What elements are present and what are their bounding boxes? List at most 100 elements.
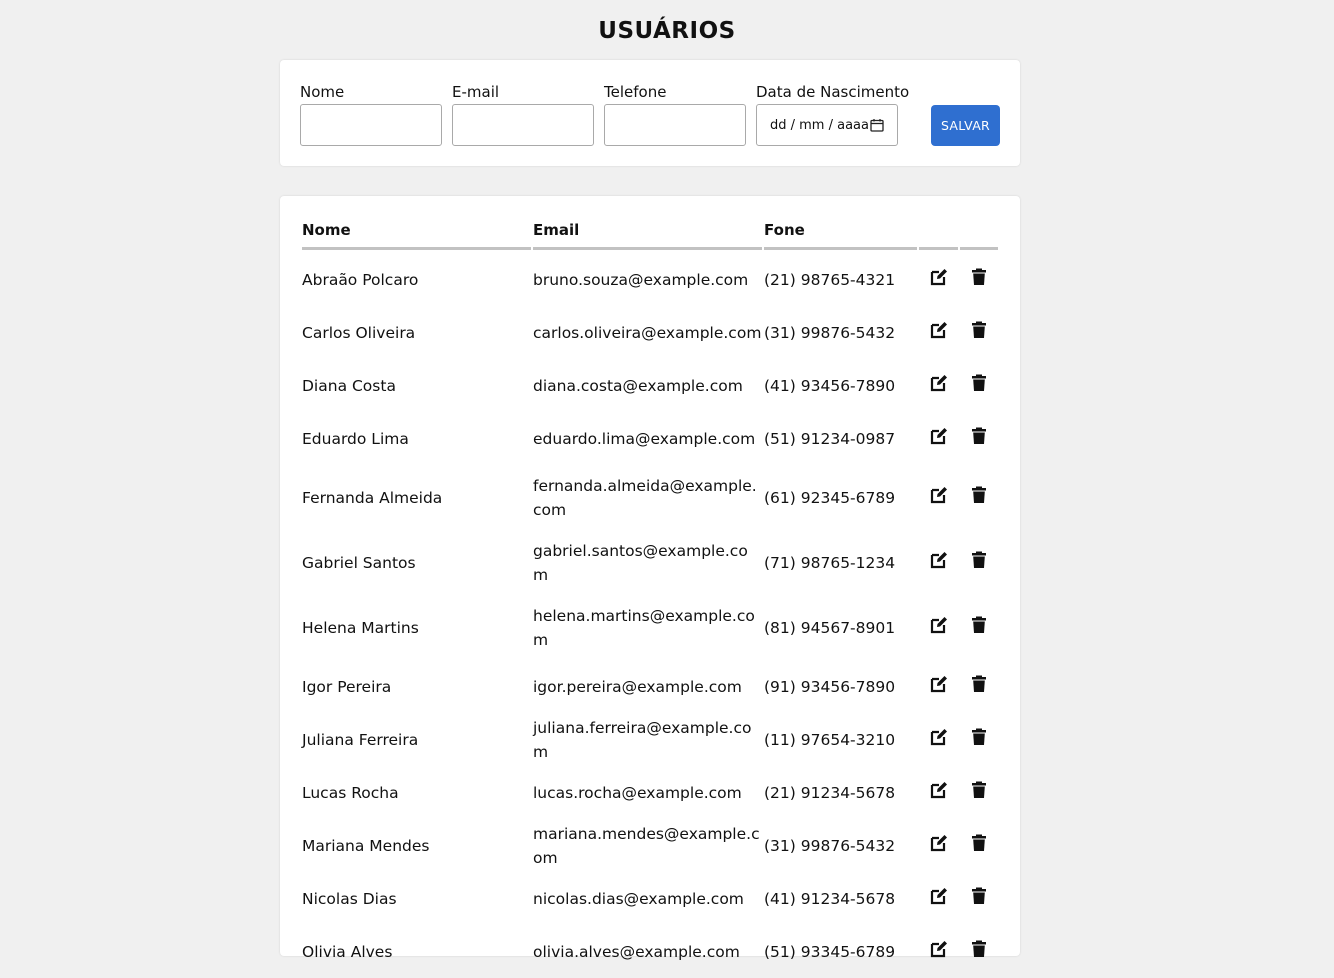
- name-field: Nome: [300, 82, 442, 146]
- user-phone-cell: (41) 91234-5678: [764, 889, 896, 908]
- edit-icon[interactable]: [930, 268, 948, 286]
- trash-icon[interactable]: [970, 675, 988, 693]
- user-name-cell: Lucas Rocha: [302, 783, 399, 802]
- user-phone-cell: (31) 99876-5432: [764, 323, 896, 342]
- user-email-cell: olivia.alves@example.com: [533, 942, 740, 961]
- save-button[interactable]: SALVAR: [931, 105, 1000, 146]
- birth-date-input[interactable]: dd / mm / aaaa: [756, 104, 898, 146]
- edit-icon[interactable]: [930, 374, 948, 392]
- edit-icon[interactable]: [930, 940, 948, 958]
- user-phone-cell: (21) 91234-5678: [764, 783, 896, 802]
- edit-icon[interactable]: [930, 834, 948, 852]
- trash-icon[interactable]: [970, 940, 988, 958]
- edit-icon[interactable]: [930, 728, 948, 746]
- user-name-cell: Juliana Ferreira: [302, 730, 419, 749]
- edit-icon[interactable]: [930, 781, 948, 799]
- delete-cell: [960, 306, 998, 359]
- edit-icon[interactable]: [930, 616, 948, 634]
- user-name-cell: Igor Pereira: [302, 677, 392, 696]
- user-email-cell: lucas.rocha@example.com: [533, 783, 742, 802]
- trash-icon[interactable]: [970, 486, 988, 504]
- delete-cell: [960, 530, 998, 595]
- table-body: Abraão Polcaro bruno.souza@example.com (…: [302, 253, 998, 978]
- user-email-cell: helena.martins@example.com: [533, 606, 755, 649]
- user-phone-cell: (31) 99876-5432: [764, 836, 896, 855]
- birth-date-field: Data de Nascimento dd / mm / aaaa: [756, 82, 910, 146]
- phone-field: Telefone: [604, 82, 746, 146]
- delete-cell: [960, 412, 998, 465]
- trash-icon[interactable]: [970, 616, 988, 634]
- user-email-cell: fernanda.almeida@example.com: [533, 476, 757, 519]
- user-phone-cell: (51) 93345-6789: [764, 942, 896, 961]
- edit-cell: [919, 306, 958, 359]
- table-row: Carlos Oliveira carlos.oliveira@example.…: [302, 306, 998, 359]
- trash-icon[interactable]: [970, 268, 988, 286]
- phone-label: Telefone: [604, 83, 667, 101]
- edit-cell: [919, 925, 958, 978]
- edit-icon[interactable]: [930, 427, 948, 445]
- table-row: Lucas Rocha lucas.rocha@example.com (21)…: [302, 766, 998, 819]
- trash-icon[interactable]: [970, 728, 988, 746]
- edit-icon[interactable]: [930, 486, 948, 504]
- delete-cell: [960, 359, 998, 412]
- edit-icon[interactable]: [930, 551, 948, 569]
- users-table: Nome Email Fone Abraão Polcaro bruno.sou…: [280, 196, 1020, 961]
- user-phone-cell: (91) 93456-7890: [764, 677, 896, 696]
- user-name-cell: Fernanda Almeida: [302, 488, 443, 507]
- table-row: Fernanda Almeida fernanda.almeida@exampl…: [302, 465, 998, 530]
- user-name-cell: Abraão Polcaro: [302, 270, 419, 289]
- edit-icon[interactable]: [930, 887, 948, 905]
- user-phone-cell: (21) 98765-4321: [764, 270, 896, 289]
- user-phone-cell: (81) 94567-8901: [764, 618, 896, 637]
- user-name-cell: Helena Martins: [302, 618, 419, 637]
- edit-cell: [919, 530, 958, 595]
- user-name-cell: Gabriel Santos: [302, 553, 416, 572]
- user-name-cell: Carlos Oliveira: [302, 323, 416, 342]
- edit-cell: [919, 660, 958, 713]
- user-email-cell: bruno.souza@example.com: [533, 270, 749, 289]
- table-row: Igor Pereira igor.pereira@example.com (9…: [302, 660, 998, 713]
- user-email-cell: juliana.ferreira@example.com: [533, 718, 752, 761]
- birth-date-label: Data de Nascimento: [756, 83, 910, 101]
- phone-input[interactable]: [604, 104, 746, 146]
- user-email-cell: gabriel.santos@example.com: [533, 541, 748, 584]
- calendar-icon[interactable]: [870, 118, 884, 132]
- edit-cell: [919, 595, 958, 660]
- trash-icon[interactable]: [970, 374, 988, 392]
- user-phone-cell: (61) 92345-6789: [764, 488, 896, 507]
- name-input[interactable]: [300, 104, 442, 146]
- trash-icon[interactable]: [970, 781, 988, 799]
- user-name-cell: Olivia Alves: [302, 942, 393, 961]
- table-row: Abraão Polcaro bruno.souza@example.com (…: [302, 253, 998, 306]
- user-name-cell: Eduardo Lima: [302, 429, 409, 448]
- table-row: Juliana Ferreira juliana.ferreira@exampl…: [302, 713, 998, 766]
- trash-icon[interactable]: [970, 551, 988, 569]
- delete-cell: [960, 253, 998, 306]
- user-name-cell: Mariana Mendes: [302, 836, 430, 855]
- edit-icon[interactable]: [930, 321, 948, 339]
- user-phone-cell: (71) 98765-1234: [764, 553, 896, 572]
- trash-icon[interactable]: [970, 834, 988, 852]
- user-phone-cell: (11) 97654-3210: [764, 730, 896, 749]
- delete-cell: [960, 925, 998, 978]
- trash-icon[interactable]: [970, 321, 988, 339]
- user-name-cell: Nicolas Dias: [302, 889, 397, 908]
- user-email-cell: eduardo.lima@example.com: [533, 429, 756, 448]
- column-header-delete: [960, 218, 998, 250]
- edit-cell: [919, 872, 958, 925]
- trash-icon[interactable]: [970, 887, 988, 905]
- email-input[interactable]: [452, 104, 594, 146]
- user-name-cell: Diana Costa: [302, 376, 396, 395]
- edit-cell: [919, 465, 958, 530]
- user-phone-cell: (41) 93456-7890: [764, 376, 896, 395]
- edit-cell: [919, 819, 958, 872]
- birth-date-placeholder: dd / mm / aaaa: [770, 117, 869, 133]
- delete-cell: [960, 595, 998, 660]
- name-label: Nome: [300, 83, 345, 101]
- trash-icon[interactable]: [970, 427, 988, 445]
- edit-icon[interactable]: [930, 675, 948, 693]
- table-row: Mariana Mendes mariana.mendes@example.co…: [302, 819, 998, 872]
- column-header-edit: [919, 218, 958, 250]
- page-title: USUÁRIOS: [598, 18, 736, 44]
- edit-cell: [919, 713, 958, 766]
